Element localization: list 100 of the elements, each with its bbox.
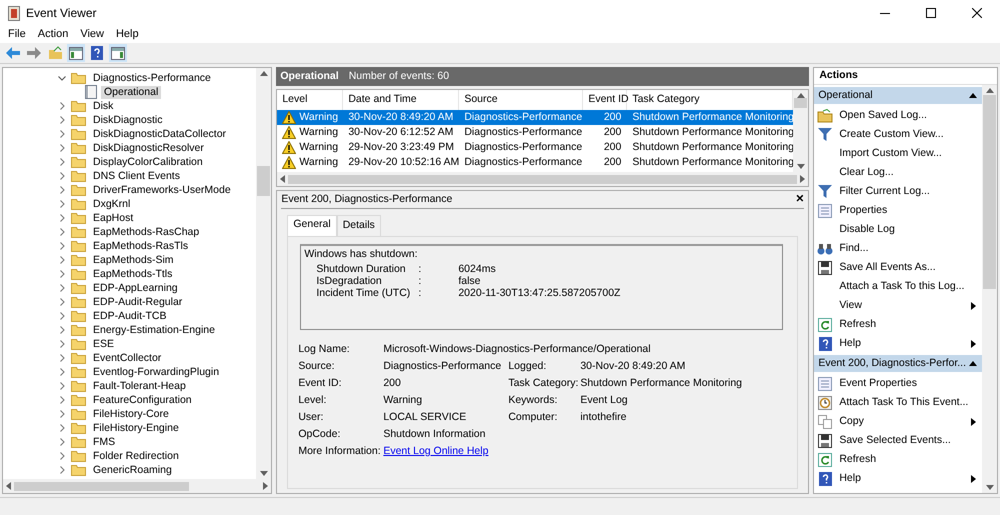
tree-item[interactable]: ESE — [90, 338, 118, 350]
tree-item[interactable]: Folder Redirection — [90, 450, 182, 462]
scrollbar[interactable] — [793, 90, 808, 172]
pane-command[interactable]: Properties — [814, 201, 982, 220]
menu-item[interactable]: Action — [34, 26, 72, 43]
section-header[interactable]: Operational — [814, 87, 982, 104]
scrollbar[interactable] — [982, 85, 997, 493]
expand-icon[interactable] — [60, 382, 64, 390]
expand-icon[interactable] — [60, 186, 64, 194]
help-link[interactable]: Event Log Online Help — [383, 442, 488, 460]
tree-item[interactable]: FileHistory-Engine — [90, 422, 182, 434]
pane-command[interactable]: Copy — [814, 412, 982, 431]
table-row[interactable]: Warning 30-Nov-20 8:49:20 AM Diagnostics-Performance 200 Shutdown Performance Monitoring — [277, 110, 794, 125]
expand-icon[interactable] — [60, 270, 64, 278]
pane-command[interactable]: Save Selected Events... — [814, 431, 982, 450]
scrollbar-thumb[interactable] — [14, 482, 189, 490]
scrollbar-thumb[interactable] — [794, 98, 808, 108]
pane-command[interactable]: View — [814, 296, 982, 315]
pane-command[interactable]: Help — [814, 469, 982, 488]
folder-up-button[interactable] — [46, 44, 64, 62]
tree-item[interactable]: Disk — [90, 100, 116, 112]
pane-command[interactable]: Create Custom View... — [814, 125, 982, 144]
scrollbar-thumb[interactable] — [257, 166, 270, 196]
section-header[interactable]: Event 200, Diagnostics-Perfor... — [814, 355, 982, 372]
expand-icon[interactable] — [60, 242, 64, 250]
expand-icon[interactable] — [60, 158, 64, 166]
tree-item[interactable]: EapMethods-RasTls — [90, 240, 192, 252]
expand-icon[interactable] — [60, 424, 64, 432]
scrollbar[interactable] — [256, 68, 272, 479]
pane-command[interactable]: Help — [814, 334, 982, 353]
expand-icon[interactable] — [60, 340, 64, 348]
collapse-icon[interactable] — [58, 76, 66, 80]
tree-item[interactable]: EventCollector — [90, 352, 164, 364]
tree-item[interactable]: DiskDiagnosticResolver — [90, 142, 207, 154]
pane-command[interactable]: Clear Log... — [814, 163, 982, 182]
pane-command[interactable]: Open Saved Log... — [814, 106, 982, 125]
forward-button[interactable] — [25, 44, 43, 62]
pane-command[interactable]: Find... — [814, 239, 982, 258]
expand-icon[interactable] — [60, 298, 64, 306]
expand-icon[interactable] — [60, 102, 64, 110]
tree-item[interactable]: EapMethods-Sim — [90, 254, 177, 266]
pane-command[interactable]: Import Custom View... — [814, 144, 982, 163]
tree-item[interactable]: EapMethods-Ttls — [90, 268, 176, 280]
expand-icon[interactable] — [60, 368, 64, 376]
tree-item[interactable]: GenericRoaming — [90, 464, 175, 476]
pane-command[interactable]: Disable Log — [814, 220, 982, 239]
tree-item[interactable]: Diagnostics-Performance — [90, 72, 214, 84]
menu-item[interactable]: File — [4, 26, 30, 43]
expand-icon[interactable] — [60, 228, 64, 236]
pane-command[interactable]: Attach Task To This Event... — [814, 393, 982, 412]
tab[interactable]: General — [287, 215, 337, 237]
tree-item[interactable]: DxgKrnl — [90, 198, 134, 210]
scrollbar-thumb[interactable] — [983, 95, 996, 289]
tree-item[interactable]: FileHistory-Core — [90, 408, 172, 420]
expand-icon[interactable] — [60, 144, 64, 152]
tree-item[interactable]: FMS — [90, 436, 118, 448]
menu-item[interactable]: Help — [112, 26, 143, 43]
tree-item[interactable]: EDP-Audit-TCB — [90, 310, 170, 322]
pane-command[interactable]: Save All Events As... — [814, 258, 982, 277]
expand-icon[interactable] — [60, 410, 64, 418]
expand-icon[interactable] — [60, 256, 64, 264]
expand-icon[interactable] — [60, 354, 64, 362]
tree-item[interactable]: Operational — [101, 86, 162, 98]
expand-icon[interactable] — [60, 466, 64, 474]
tree-item[interactable]: DisplayColorCalibration — [90, 156, 206, 168]
tree-item[interactable]: Eventlog-ForwardingPlugin — [90, 366, 222, 378]
tree-item[interactable]: DiskDiagnostic — [90, 114, 166, 126]
expand-icon[interactable] — [60, 130, 64, 138]
tree-item[interactable]: Fault-Tolerant-Heap — [90, 380, 189, 392]
tree-item[interactable]: EapHost — [90, 212, 136, 224]
pane-command[interactable]: Attach a Task To this Log... — [814, 277, 982, 296]
menu-item[interactable]: View — [76, 26, 108, 43]
scrollbar-thumb[interactable] — [288, 174, 798, 184]
tree-item[interactable]: FeatureConfiguration — [90, 394, 195, 406]
table-row[interactable]: Warning 29-Nov-20 3:23:49 PM Diagnostics-Performance 200 Shutdown Performance Monitoring — [277, 140, 794, 155]
expand-icon[interactable] — [60, 200, 64, 208]
tree-item[interactable]: EDP-AppLearning — [90, 282, 181, 294]
scrollbar[interactable] — [277, 172, 808, 186]
expand-icon[interactable] — [60, 396, 64, 404]
pane-command[interactable]: Filter Current Log... — [814, 182, 982, 201]
tree-item[interactable]: EDP-Audit-Regular — [90, 296, 186, 308]
expand-icon[interactable] — [60, 438, 64, 446]
show-actions-button[interactable] — [109, 44, 127, 62]
show-tree-button[interactable] — [67, 44, 85, 62]
tree-item[interactable]: DriverFrameworks-UserMode — [90, 184, 234, 196]
table-row[interactable]: Warning 30-Nov-20 6:12:52 AM Diagnostics-Performance 200 Shutdown Performance Monitoring — [277, 125, 794, 140]
expand-icon[interactable] — [60, 326, 64, 334]
pane-command[interactable]: Refresh — [814, 450, 982, 469]
expand-icon[interactable] — [60, 284, 64, 292]
expand-icon[interactable] — [60, 214, 64, 222]
expand-icon[interactable] — [60, 452, 64, 460]
expand-icon[interactable] — [60, 172, 64, 180]
tree-item[interactable]: Energy-Estimation-Engine — [90, 324, 218, 336]
pane-command[interactable]: Refresh — [814, 315, 982, 334]
help-button[interactable] — [88, 44, 106, 62]
close-button[interactable]: ✕ — [795, 192, 804, 208]
expand-icon[interactable] — [60, 116, 64, 124]
pane-command[interactable]: Event Properties — [814, 374, 982, 393]
tree-item[interactable]: EapMethods-RasChap — [90, 226, 202, 238]
tree-item[interactable]: DNS Client Events — [90, 170, 183, 182]
